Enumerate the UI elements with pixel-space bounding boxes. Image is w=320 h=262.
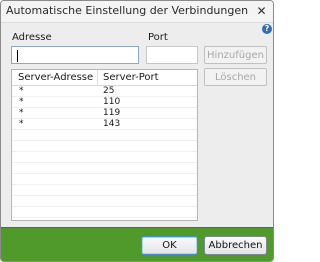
row-address: *: [19, 119, 24, 129]
text-caret: [17, 50, 18, 62]
cancel-button[interactable]: Abbrechen: [204, 236, 267, 255]
row-port: 119: [103, 108, 121, 118]
window-title: Automatische Einstellung der Verbindunge…: [6, 4, 249, 17]
empty-row: [12, 196, 197, 207]
empty-row: [12, 141, 197, 152]
close-icon[interactable]: ✕: [255, 5, 268, 18]
table-row[interactable]: * 25: [12, 86, 197, 97]
dialog-footer: OK Abbrechen: [1, 227, 273, 261]
table-row[interactable]: * 110: [12, 97, 197, 108]
address-input[interactable]: [11, 46, 139, 64]
table-row[interactable]: * 119: [12, 108, 197, 119]
empty-row: [12, 185, 197, 196]
port-input[interactable]: [146, 46, 198, 64]
row-address: *: [19, 86, 24, 96]
title-bar: Automatische Einstellung der Verbindunge…: [1, 1, 273, 23]
column-header-port[interactable]: Server-Port: [103, 72, 159, 83]
dialog-window: Automatische Einstellung der Verbindunge…: [0, 0, 274, 262]
table-row[interactable]: * 143: [12, 119, 197, 130]
empty-row: [12, 163, 197, 174]
list-header: Server-Adresse Server-Port: [12, 70, 197, 86]
dialog-content: ? Adresse Port Hinzufügen Löschen Server…: [1, 23, 273, 227]
column-header-address[interactable]: Server-Adresse: [18, 72, 93, 83]
row-address: *: [19, 97, 24, 107]
empty-row: [12, 152, 197, 163]
row-address: *: [19, 108, 24, 118]
ok-button[interactable]: OK: [141, 236, 198, 255]
port-label: Port: [148, 32, 168, 43]
help-icon[interactable]: ?: [262, 24, 272, 34]
server-list[interactable]: Server-Adresse Server-Port * 25 * 110 * …: [11, 69, 198, 221]
row-port: 110: [103, 97, 121, 107]
row-port: 25: [103, 86, 115, 96]
empty-row: [12, 130, 197, 141]
column-divider[interactable]: [97, 70, 98, 85]
delete-button[interactable]: Löschen: [204, 68, 267, 86]
empty-row: [12, 174, 197, 185]
address-label: Adresse: [12, 32, 52, 43]
add-button[interactable]: Hinzufügen: [204, 46, 267, 64]
empty-row: [12, 207, 197, 218]
list-rows: * 25 * 110 * 119 * 143: [12, 86, 197, 220]
row-port: 143: [103, 119, 121, 129]
